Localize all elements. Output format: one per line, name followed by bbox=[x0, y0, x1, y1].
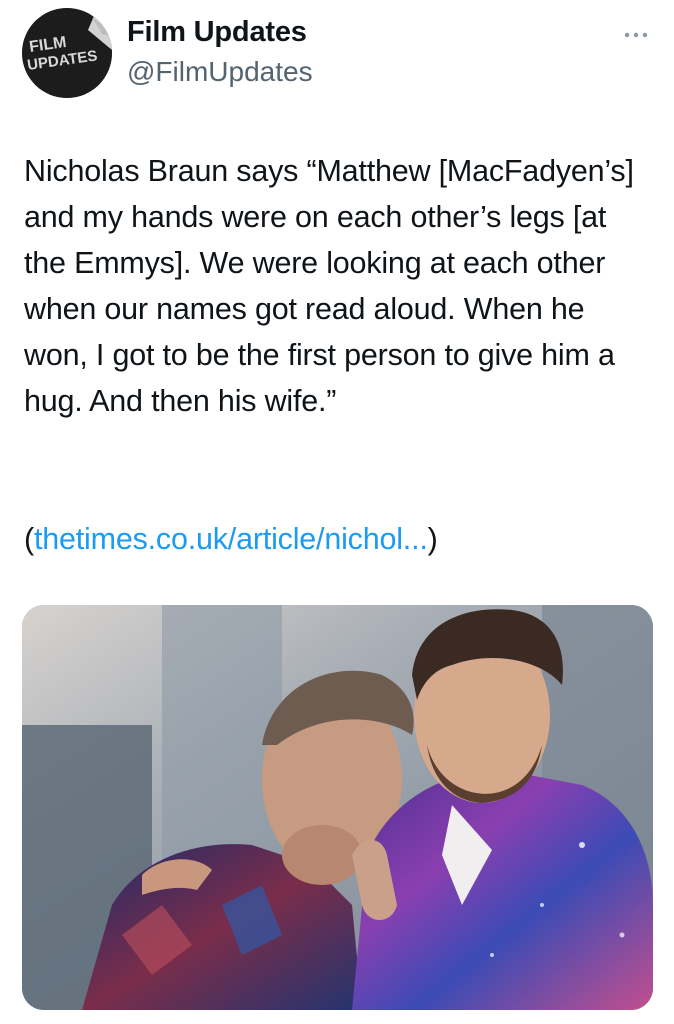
link-open-paren: ( bbox=[24, 522, 34, 556]
tweet: FILM UPDATES Film Updates @FilmUpdates N… bbox=[0, 0, 674, 1024]
author-handle[interactable]: @FilmUpdates bbox=[127, 56, 313, 88]
tweet-text: Nicholas Braun says “Matthew [MacFadyen’… bbox=[24, 154, 634, 418]
article-link[interactable]: thetimes.co.uk/article/nichol... bbox=[34, 522, 428, 556]
author-avatar[interactable]: FILM UPDATES bbox=[22, 8, 112, 98]
photo-image bbox=[22, 605, 653, 1010]
film-updates-logo: FILM UPDATES bbox=[22, 8, 112, 98]
tweet-photo[interactable] bbox=[22, 605, 653, 1010]
more-options-button[interactable] bbox=[618, 22, 654, 48]
link-close-paren: ) bbox=[427, 522, 438, 556]
tweet-link-line: (thetimes.co.uk/article/nichol...) bbox=[24, 516, 654, 562]
more-horizontal-icon bbox=[624, 32, 648, 38]
author-name[interactable]: Film Updates bbox=[127, 16, 307, 49]
